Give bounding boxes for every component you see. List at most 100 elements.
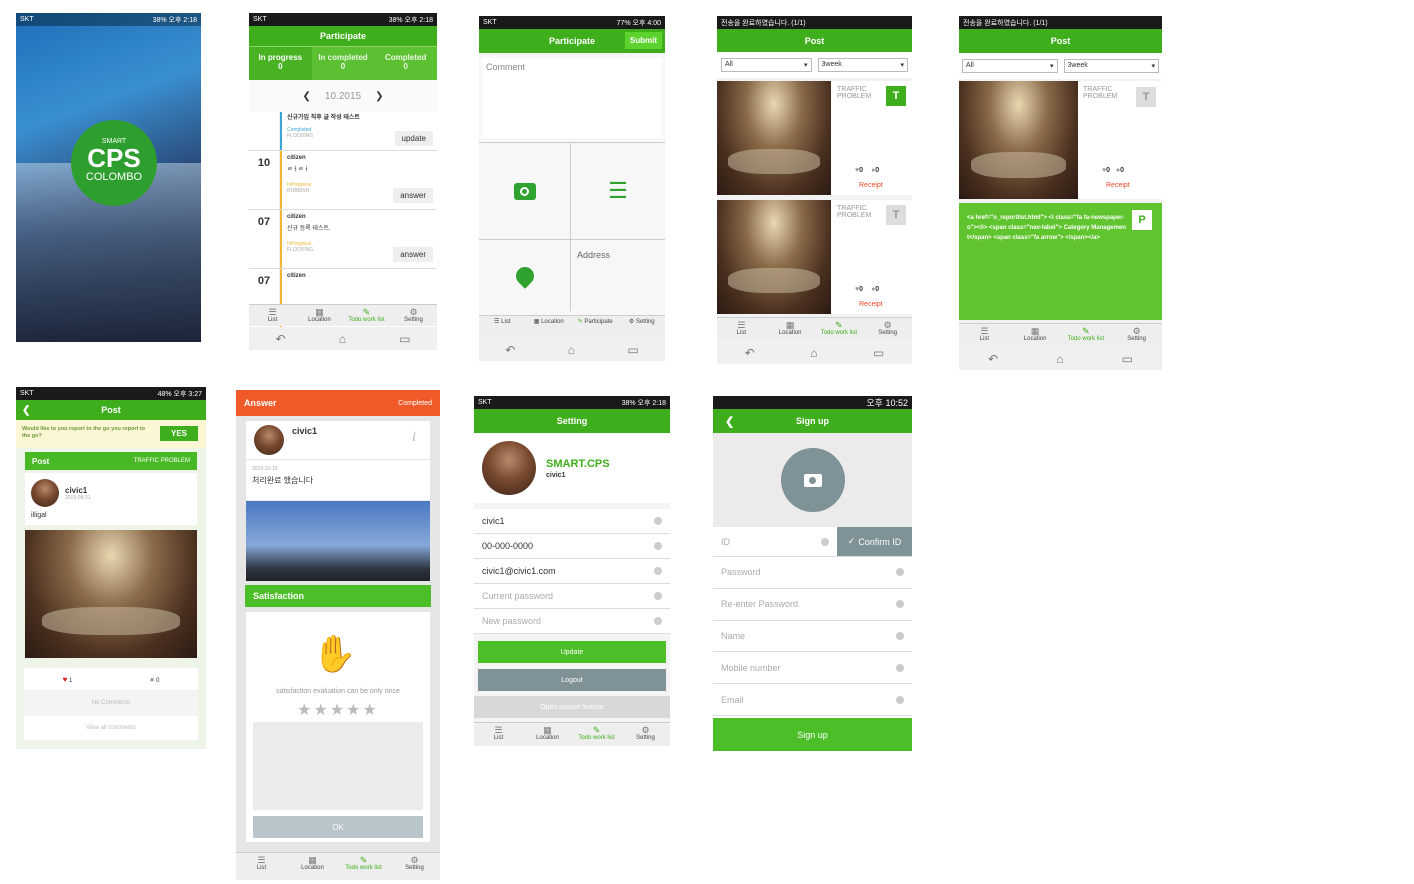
update-button[interactable]: Update — [478, 641, 666, 663]
row-action-button[interactable]: answer — [393, 247, 433, 262]
signup-field[interactable]: Email — [713, 684, 912, 716]
nav-list[interactable]: ☰ List — [236, 853, 287, 880]
row-action-button[interactable]: answer — [393, 188, 433, 203]
open-source-license-button[interactable]: Open source license — [474, 696, 670, 718]
ok-button[interactable]: OK — [253, 816, 423, 838]
back-arrow-icon[interactable]: ❮ — [725, 415, 734, 428]
nav-location[interactable]: ▦ Location — [526, 316, 573, 337]
clear-icon[interactable] — [654, 592, 662, 600]
clear-icon[interactable] — [654, 542, 662, 550]
clear-icon[interactable] — [896, 631, 904, 640]
nav-setting[interactable]: ⚙ Setting — [390, 305, 437, 326]
nav-setting[interactable]: ⚙ Setting — [863, 318, 912, 340]
camera-button[interactable] — [479, 143, 571, 240]
setting-field[interactable]: New password — [474, 609, 670, 634]
recent-icon[interactable]: ▭ — [399, 332, 410, 346]
post-card[interactable]: TRAFFIC PROBLEM T ♥0 ●0 Receipt — [959, 81, 1162, 199]
setting-field[interactable]: civic1 — [474, 509, 670, 534]
chevron-right-icon[interactable]: ❯ — [375, 91, 383, 102]
nav-location[interactable]: ▦ Location — [296, 305, 343, 326]
setting-field[interactable]: civic1@civic1.com — [474, 559, 670, 584]
tab-in-completed[interactable]: In completed 0 — [312, 47, 375, 80]
setting-field[interactable]: 00-000-0000 — [474, 534, 670, 559]
back-icon[interactable]: ↶ — [276, 332, 286, 346]
clear-icon[interactable] — [654, 617, 662, 625]
location-button[interactable] — [479, 240, 571, 311]
signup-field[interactable]: Password — [713, 557, 912, 589]
id-input[interactable]: ID — [713, 527, 837, 556]
nav-location[interactable]: ▦ Location — [766, 318, 815, 340]
home-icon[interactable]: ⌂ — [810, 346, 817, 360]
category-button[interactable]: ☰ — [571, 143, 665, 240]
nav-todo[interactable]: ✎ Todo work list — [338, 853, 389, 880]
period-filter[interactable]: 3week ▾ — [817, 58, 908, 72]
tab-in-progress[interactable]: In progress 0 — [249, 47, 312, 80]
receipt-button[interactable]: Receipt — [1106, 182, 1130, 189]
nav-todo[interactable]: ✎ Todo work list — [815, 318, 864, 340]
star-icon[interactable]: ★ — [363, 702, 379, 719]
recent-icon[interactable]: ▭ — [1122, 352, 1133, 366]
comment-box[interactable] — [253, 722, 423, 810]
clear-icon[interactable] — [821, 537, 829, 546]
recent-icon[interactable]: ▭ — [627, 343, 638, 357]
nav-list[interactable]: ☰ List — [959, 324, 1010, 347]
clear-icon[interactable] — [654, 517, 662, 525]
back-arrow-icon[interactable]: ❮ — [22, 405, 30, 416]
post-card[interactable]: TRAFFIC PROBLEM T ♥0 ●0 Receipt — [717, 81, 912, 195]
list-item[interactable]: 07 citizen 신규 등록 테스트. InProgress FLOODING ans… — [249, 210, 437, 269]
receipt-button[interactable]: Receipt — [859, 301, 883, 308]
nav-setting[interactable]: ⚙ Setting — [1111, 324, 1162, 347]
home-icon[interactable]: ⌂ — [568, 343, 575, 357]
list-item[interactable]: 신규가입 직후 글 작성 테스트 Completed FLOODING update — [249, 112, 437, 151]
star-icon[interactable]: ★ — [346, 702, 362, 719]
nav-list[interactable]: ☰ List — [717, 318, 766, 340]
nav-todo[interactable]: ✎ Todo work list — [1061, 324, 1112, 347]
nav-setting[interactable]: ⚙ Setting — [389, 853, 440, 880]
signup-button[interactable]: Sign up — [713, 718, 912, 751]
clear-icon[interactable] — [896, 600, 904, 609]
star-icon[interactable]: ★ — [313, 702, 329, 719]
receipt-button[interactable]: Receipt — [859, 182, 883, 189]
category-filter[interactable]: All ▾ — [962, 59, 1058, 73]
post-card[interactable]: TRAFFIC PROBLEM T ♥0 ●0 Receipt — [717, 200, 912, 314]
back-icon[interactable]: ↶ — [505, 343, 515, 357]
nav-todo[interactable]: ✎ Todo work list — [343, 305, 390, 326]
info-icon[interactable]: i — [412, 429, 416, 446]
chevron-left-icon[interactable]: ❮ — [303, 91, 311, 102]
list-item[interactable]: 10 citizen ㄹㅓㄹㅓ InProgress RUBBISH answer — [249, 151, 437, 210]
category-filter[interactable]: All ▾ — [721, 58, 812, 72]
view-all-comments-link[interactable]: View all comments — [24, 716, 198, 740]
back-icon[interactable]: ↶ — [745, 346, 755, 360]
star-icon[interactable]: ★ — [330, 702, 346, 719]
nav-location[interactable]: ▦ Location — [1010, 324, 1061, 347]
setting-field[interactable]: Current password — [474, 584, 670, 609]
code-card[interactable]: <a href="o_reportlist.html"> <i class="f… — [959, 203, 1162, 320]
yes-button[interactable]: YES — [160, 426, 198, 441]
back-icon[interactable]: ↶ — [988, 352, 998, 366]
period-filter[interactable]: 3week ▾ — [1063, 59, 1159, 73]
clear-icon[interactable] — [654, 567, 662, 575]
clear-icon[interactable] — [896, 663, 904, 672]
star-icon[interactable]: ★ — [297, 702, 313, 719]
camera-button[interactable] — [780, 448, 845, 512]
nav-list[interactable]: ☰ List — [474, 723, 523, 746]
nav-location[interactable]: ▦ Location — [287, 853, 338, 880]
star-rating[interactable]: ★★★★★ — [246, 700, 430, 720]
clear-icon[interactable] — [896, 695, 904, 704]
confirm-id-button[interactable]: ✓ Confirm ID — [837, 527, 912, 556]
comment-input[interactable]: Comment — [482, 58, 662, 138]
nav-list[interactable]: ☰ List — [479, 316, 526, 337]
nav-todo[interactable]: ✎ Todo work list — [572, 723, 621, 746]
nav-list[interactable]: ☰ List — [249, 305, 296, 326]
like-button[interactable]: ♥ 1 — [24, 675, 111, 684]
recent-icon[interactable]: ▭ — [873, 346, 884, 360]
signup-field[interactable]: Re-enter Password — [713, 589, 912, 621]
tab-completed[interactable]: Completed 0 — [374, 47, 437, 80]
signup-field[interactable]: Name — [713, 621, 912, 653]
address-field[interactable]: Address — [571, 240, 665, 311]
row-action-button[interactable]: update — [394, 131, 433, 146]
nav-setting[interactable]: ⚙ Setting — [619, 316, 666, 337]
home-icon[interactable]: ⌂ — [1056, 352, 1063, 366]
avatar[interactable] — [482, 441, 536, 495]
comment-button[interactable]: ● 0 — [111, 675, 198, 684]
